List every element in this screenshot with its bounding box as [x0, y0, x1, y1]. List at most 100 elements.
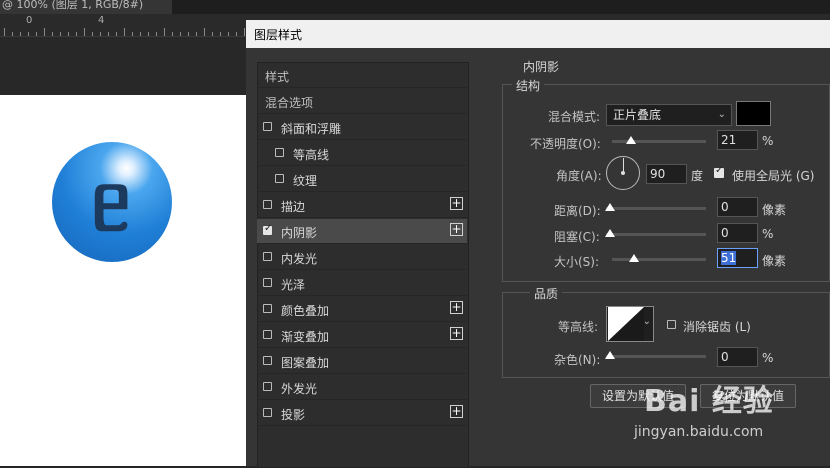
distance-label: 距离(D): [554, 204, 601, 218]
angle-input[interactable]: 90 [646, 164, 687, 184]
style-list-item[interactable]: 样式 [257, 63, 467, 88]
watermark-brand: Bai 经验 [644, 384, 774, 419]
add-style-plus-icon[interactable]: + [450, 405, 463, 418]
style-list-item[interactable]: 颜色叠加 + [257, 297, 467, 322]
style-list-item[interactable]: 混合选项 [257, 89, 467, 114]
style-list-item[interactable]: 投影 + [257, 401, 467, 426]
ruler-tick [84, 28, 85, 36]
style-checkbox[interactable] [263, 356, 272, 365]
size-slider-thumb[interactable] [629, 254, 639, 262]
ruler-number: 4 [98, 15, 105, 26]
style-checkbox[interactable] [263, 304, 272, 313]
canvas-pasteboard [0, 37, 246, 95]
style-list-item[interactable]: 内发光 [257, 245, 467, 270]
style-list-label: 图案叠加 [281, 356, 330, 370]
style-list-item[interactable]: 描边 + [257, 193, 467, 218]
style-list-label: 内阴影 [281, 226, 318, 240]
add-style-plus-icon[interactable]: + [450, 197, 463, 210]
style-list-label: 投影 [281, 408, 306, 422]
style-list-item[interactable]: 外发光 [257, 375, 467, 400]
ruler-tick [164, 28, 165, 36]
section-title: 内阴影 [523, 60, 560, 74]
ruler-tick [180, 32, 181, 36]
noise-slider-track[interactable] [606, 355, 706, 358]
blend-mode-value: 正片叠底 [613, 108, 662, 122]
ruler-tick [140, 32, 141, 36]
distance-slider-thumb[interactable] [605, 203, 615, 211]
size-slider-track[interactable] [612, 258, 706, 261]
global-light-checkbox[interactable]: ✓ [714, 165, 724, 178]
add-style-plus-icon[interactable]: + [450, 223, 463, 236]
style-checkbox[interactable] [263, 330, 272, 339]
ruler-tick [172, 32, 173, 36]
add-style-plus-icon[interactable]: + [450, 327, 463, 340]
ruler-tick [196, 32, 197, 36]
style-list-item[interactable]: 内阴影 + [257, 219, 467, 244]
style-list-label: 纹理 [293, 174, 318, 188]
ruler-tick [108, 32, 109, 36]
size-input[interactable]: 51 [717, 248, 758, 268]
style-checkbox[interactable] [263, 278, 272, 287]
global-light-label: 使用全局光 (G) [732, 169, 815, 183]
ruler-tick [44, 28, 45, 36]
style-list-label: 渐变叠加 [281, 330, 330, 344]
size-value: 51 [721, 251, 737, 265]
contour-picker[interactable]: ⌄ [606, 306, 654, 342]
distance-slider-track[interactable] [606, 207, 706, 210]
blend-mode-label: 混合模式: [548, 110, 601, 124]
ruler-number: 0 [26, 15, 33, 26]
angle-dial[interactable] [606, 156, 640, 190]
style-checkbox[interactable] [275, 174, 284, 183]
style-list-item[interactable]: 光泽 [257, 271, 467, 296]
distance-input[interactable]: 0 [717, 197, 758, 217]
style-list-item[interactable]: 渐变叠加 + [257, 323, 467, 348]
choke-slider-thumb[interactable] [605, 229, 615, 237]
add-style-plus-icon[interactable]: + [450, 301, 463, 314]
style-list-label: 颜色叠加 [281, 304, 330, 318]
style-list-label: 等高线 [293, 148, 330, 162]
choke-slider-track[interactable] [606, 233, 706, 236]
document-tab[interactable]: @ 100% (图层 1, RGB/8#) [0, 0, 172, 14]
style-checkbox[interactable] [263, 223, 272, 235]
choke-input[interactable]: 0 [717, 223, 758, 243]
chevron-down-icon: ⌄ [717, 109, 726, 120]
style-checkbox[interactable] [263, 122, 272, 131]
style-checkbox[interactable] [263, 200, 272, 209]
ruler-tick [204, 28, 205, 36]
ruler-tick [76, 32, 77, 36]
ruler-tick [92, 32, 93, 36]
noise-label: 杂色(N): [554, 353, 601, 367]
choke-label: 阻塞(C): [554, 230, 600, 244]
opacity-slider-thumb[interactable] [626, 136, 636, 144]
ruler-tick [20, 32, 21, 36]
noise-input[interactable]: 0 [717, 347, 758, 367]
style-checkbox[interactable] [263, 252, 272, 261]
style-list-item[interactable]: 纹理 [257, 167, 467, 192]
style-checkbox[interactable] [275, 148, 284, 157]
contour-label: 等高线: [558, 320, 599, 334]
style-checkbox[interactable] [263, 408, 272, 417]
dialog-title: 图层样式 [254, 28, 303, 42]
style-list-item[interactable]: 等高线 [257, 141, 467, 166]
ruler-tick [236, 32, 237, 36]
ruler-tick [4, 28, 5, 36]
blend-mode-select[interactable]: 正片叠底 ⌄ [606, 104, 732, 126]
opacity-input[interactable]: 21 [717, 130, 758, 150]
shadow-color-swatch[interactable] [736, 101, 771, 126]
quality-title: 品质 [530, 285, 563, 302]
style-list-label: 样式 [265, 70, 290, 84]
size-label: 大小(S): [554, 255, 600, 269]
noise-slider-thumb[interactable] [605, 351, 615, 359]
watermark-url: jingyan.baidu.com [634, 424, 764, 440]
style-list-item[interactable]: 斜面和浮雕 [257, 115, 467, 140]
style-list-label: 混合选项 [265, 96, 314, 110]
style-list-item[interactable]: 图案叠加 [257, 349, 467, 374]
ruler-tick [52, 32, 53, 36]
ruler-tick [228, 32, 229, 36]
anti-alias-checkbox[interactable] [667, 320, 676, 329]
ruler-tick [244, 28, 245, 36]
structure-title: 结构 [512, 77, 545, 94]
ruler-tick [212, 32, 213, 36]
style-checkbox[interactable] [263, 382, 272, 391]
dialog-title-bar[interactable] [246, 20, 830, 48]
